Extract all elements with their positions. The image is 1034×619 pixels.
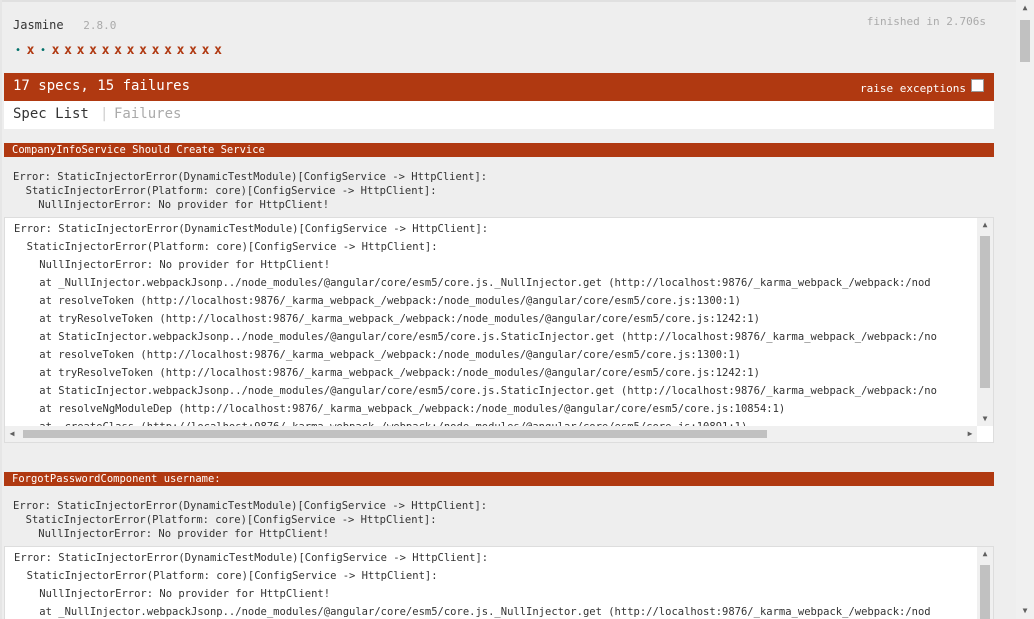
failure-message-line: StaticInjectorError(Platform: core)[Conf…: [13, 185, 437, 197]
stack-trace-line: StaticInjectorError(Platform: core)[Conf…: [14, 241, 438, 253]
spec-list-tab[interactable]: Spec List: [13, 106, 89, 122]
failed-spec-symbol[interactable]: x: [201, 43, 211, 58]
failure-summary-bar: 17 specs, 15 failures raise exceptions: [4, 73, 994, 101]
stack-trace-line: at _createClass (http://localhost:9876/_…: [14, 418, 980, 426]
failed-spec-symbol[interactable]: x: [63, 43, 73, 58]
failure-message-line: NullInjectorError: No provider for HttpC…: [13, 528, 330, 540]
menu-separator: |: [100, 106, 109, 122]
jasmine-banner: Jasmine 2.8.0 finished in 2.706s: [13, 14, 986, 32]
failed-spec-symbol[interactable]: x: [26, 43, 36, 58]
failed-spec-symbol[interactable]: x: [88, 43, 98, 58]
spec-failure-count: 17 specs, 15 failures: [13, 78, 191, 94]
scroll-down-arrow-icon[interactable]: ▼: [1016, 603, 1034, 619]
stack-trace-line: StaticInjectorError(Platform: core)[Conf…: [14, 570, 438, 582]
failed-spec-symbol[interactable]: x: [163, 43, 173, 58]
trace-vertical-scroll-thumb[interactable]: [980, 565, 990, 619]
failed-spec-symbol[interactable]: x: [151, 43, 161, 58]
stack-trace-line: at resolveNgModuleDep (http://localhost:…: [14, 403, 786, 415]
window-left-edge: [0, 0, 2, 619]
page-vertical-scrollbar[interactable]: ▲ ▼: [1016, 0, 1034, 619]
failed-spec-symbol[interactable]: x: [126, 43, 136, 58]
stack-trace-line: at _NullInjector.webpackJsonp../node_mod…: [14, 277, 931, 289]
trace-horizontal-scroll-thumb[interactable]: [23, 430, 767, 438]
failed-spec-symbol[interactable]: x: [138, 43, 148, 58]
failed-spec-symbol[interactable]: x: [176, 43, 186, 58]
stack-trace-lines: Error: StaticInjectorError(DynamicTestMo…: [14, 549, 980, 619]
scroll-right-arrow-icon[interactable]: ▶: [963, 426, 977, 442]
stack-trace-line: at StaticInjector.webpackJsonp../node_mo…: [14, 331, 937, 343]
page-scroll-thumb[interactable]: [1020, 20, 1030, 62]
stack-trace-line: at StaticInjector.webpackJsonp../node_mo…: [14, 385, 937, 397]
stack-trace-line: Error: StaticInjectorError(DynamicTestMo…: [14, 552, 489, 564]
stack-trace-lines: Error: StaticInjectorError(DynamicTestMo…: [14, 220, 980, 426]
failure-message-line: Error: StaticInjectorError(DynamicTestMo…: [13, 171, 488, 183]
failed-spec-symbol[interactable]: x: [51, 43, 61, 58]
failure-message-line: NullInjectorError: No provider for HttpC…: [13, 199, 330, 211]
results-menu: Spec List | Failures: [4, 101, 994, 129]
trace-vertical-scrollbar[interactable]: ▲: [977, 547, 993, 619]
stack-trace-line: NullInjectorError: No provider for HttpC…: [14, 588, 331, 600]
raise-exceptions-label: raise exceptions: [860, 82, 966, 95]
trace-horizontal-scrollbar[interactable]: ◀ ▶: [5, 426, 977, 442]
raise-exceptions-option[interactable]: raise exceptions: [860, 79, 984, 95]
stack-trace-line: at resolveToken (http://localhost:9876/_…: [14, 295, 741, 307]
failed-spec-symbol[interactable]: x: [113, 43, 123, 58]
failure-message-line: Error: StaticInjectorError(DynamicTestMo…: [13, 500, 488, 512]
failed-spec-title[interactable]: CompanyInfoService Should Create Service: [4, 143, 994, 157]
failed-spec-title[interactable]: ForgotPasswordComponent username:: [4, 472, 994, 486]
passed-spec-symbol[interactable]: •: [38, 45, 48, 56]
stack-trace-line: at _NullInjector.webpackJsonp../node_mod…: [14, 606, 931, 618]
window-top-edge: [0, 0, 1034, 2]
raise-exceptions-checkbox[interactable]: [971, 79, 984, 92]
stack-trace-box[interactable]: Error: StaticInjectorError(DynamicTestMo…: [4, 217, 994, 443]
failed-spec-symbol[interactable]: x: [76, 43, 86, 58]
scroll-up-arrow-icon[interactable]: ▲: [977, 547, 993, 561]
trace-vertical-scroll-thumb[interactable]: [980, 236, 990, 388]
stack-trace-line: at tryResolveToken (http://localhost:987…: [14, 313, 760, 325]
failures-tab[interactable]: Failures: [114, 106, 181, 122]
run-duration: finished in 2.706s: [866, 15, 986, 28]
stack-trace-line: at tryResolveToken (http://localhost:987…: [14, 367, 760, 379]
scroll-up-arrow-icon[interactable]: ▲: [977, 218, 993, 232]
jasmine-title: Jasmine: [13, 18, 64, 32]
stack-trace-line: Error: StaticInjectorError(DynamicTestMo…: [14, 223, 489, 235]
failure-message-line: StaticInjectorError(Platform: core)[Conf…: [13, 514, 437, 526]
stack-trace-box[interactable]: Error: StaticInjectorError(DynamicTestMo…: [4, 546, 994, 619]
failed-spec-symbol[interactable]: x: [188, 43, 198, 58]
scroll-up-arrow-icon[interactable]: ▲: [1016, 0, 1034, 16]
trace-vertical-scrollbar[interactable]: ▲ ▼: [977, 218, 993, 426]
failed-spec-symbol[interactable]: x: [101, 43, 111, 58]
spec-symbol-summary: • x • x x x x x x x x x x x x x x: [13, 42, 226, 58]
scroll-down-arrow-icon[interactable]: ▼: [977, 412, 993, 426]
stack-trace-line: NullInjectorError: No provider for HttpC…: [14, 259, 331, 271]
stack-trace-line: at resolveToken (http://localhost:9876/_…: [14, 349, 741, 361]
failed-spec-symbol[interactable]: x: [213, 43, 223, 58]
jasmine-version: 2.8.0: [83, 19, 117, 32]
scroll-left-arrow-icon[interactable]: ◀: [5, 426, 19, 442]
passed-spec-symbol[interactable]: •: [13, 45, 23, 56]
